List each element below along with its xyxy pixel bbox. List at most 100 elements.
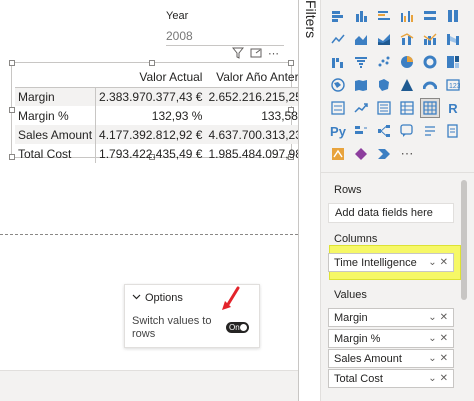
- area-chart-icon[interactable]: [351, 29, 371, 49]
- shape-map-icon[interactable]: [374, 75, 394, 95]
- page-boundary-line: [0, 234, 298, 235]
- row-header[interactable]: Total Cost: [15, 144, 97, 163]
- toggle-state: On: [229, 323, 240, 332]
- switch-values-toggle[interactable]: On: [226, 322, 249, 333]
- columns-well-title: Columns: [334, 233, 378, 245]
- cell-value: 1.793.422.435,49 €: [99, 146, 203, 161]
- resize-handle[interactable]: [9, 60, 15, 66]
- kpi-icon[interactable]: [351, 98, 371, 118]
- chevron-down-icon[interactable]: ⌄: [428, 353, 436, 364]
- clustered-bar-chart-icon[interactable]: [374, 6, 394, 26]
- paginated-report-icon[interactable]: [443, 121, 463, 141]
- field-name: Sales Amount: [334, 352, 402, 365]
- slicer-title: Year: [166, 10, 189, 22]
- azure-map-icon[interactable]: [397, 75, 417, 95]
- options-title: Options: [145, 292, 183, 304]
- 100-stacked-bar-icon[interactable]: [420, 6, 440, 26]
- year-slicer-dropdown[interactable]: 2008: [166, 26, 284, 46]
- options-section-header[interactable]: Options: [132, 292, 183, 304]
- column-header[interactable]: Valor Actual: [95, 67, 206, 88]
- line-chart-icon[interactable]: [328, 29, 348, 49]
- pie-chart-icon[interactable]: [397, 52, 417, 72]
- table-icon[interactable]: [397, 98, 417, 118]
- line-and-column-chart-icon[interactable]: [397, 29, 417, 49]
- stacked-column-chart-icon[interactable]: [351, 6, 371, 26]
- values-well-title: Values: [334, 289, 367, 301]
- more-visuals-icon[interactable]: ⋯: [397, 144, 417, 164]
- matrix-visual[interactable]: Valor Actual Valor Año Anterior Margin 2…: [9, 60, 315, 163]
- cell-value: 2.383.970.377,43 €: [95, 87, 206, 106]
- chevron-down-icon: [132, 292, 141, 304]
- ribbon-chart-icon[interactable]: [443, 29, 463, 49]
- decomposition-tree-icon[interactable]: [374, 121, 394, 141]
- map-icon[interactable]: [328, 75, 348, 95]
- row-header[interactable]: Margin %: [15, 106, 97, 125]
- values-field-pill[interactable]: Total Cost ⌄ ✕: [328, 369, 454, 388]
- r-visual-icon[interactable]: R: [443, 98, 463, 118]
- slicer-icon[interactable]: [374, 98, 394, 118]
- values-field-pill[interactable]: Margin ⌄ ✕: [328, 308, 454, 327]
- gauge-icon[interactable]: [420, 75, 440, 95]
- close-icon[interactable]: ✕: [440, 353, 448, 364]
- row-header[interactable]: Sales Amount: [15, 125, 97, 144]
- matrix-corner: [15, 67, 96, 88]
- cell-value: 132,93 %: [151, 108, 203, 123]
- visual-gallery: 123 R Py ⋯: [328, 6, 468, 164]
- key-influencers-icon[interactable]: [351, 121, 371, 141]
- rows-well-title: Rows: [334, 184, 362, 196]
- toggle-knob: [240, 324, 247, 331]
- visualizations-pane: 123 R Py ⋯ Rows Add data fields here Col…: [321, 0, 474, 401]
- matrix-row: Margin 2.383.970.377,43 € 2.652.216.215,…: [15, 87, 315, 106]
- more-options-icon[interactable]: ⋯: [268, 47, 279, 61]
- chevron-down-icon[interactable]: ⌄: [428, 333, 436, 344]
- scatter-chart-icon[interactable]: [374, 52, 394, 72]
- focus-mode-icon[interactable]: [250, 47, 262, 61]
- line-and-clustered-column-icon[interactable]: [420, 29, 440, 49]
- chevron-down-icon[interactable]: ⌄: [428, 257, 436, 268]
- close-icon[interactable]: ✕: [440, 373, 448, 384]
- resize-handle[interactable]: [149, 60, 155, 66]
- pane-scrollbar[interactable]: [461, 180, 467, 300]
- filled-map-icon[interactable]: [351, 75, 371, 95]
- multi-row-card-icon[interactable]: [328, 98, 348, 118]
- visual-header: ⋯: [231, 47, 279, 61]
- clustered-column-chart-icon[interactable]: [397, 6, 417, 26]
- field-name: Time Intelligence: [334, 256, 417, 269]
- stacked-bar-chart-icon[interactable]: [328, 6, 348, 26]
- stacked-area-chart-icon[interactable]: [374, 29, 394, 49]
- filters-pane-collapsed[interactable]: Filters: [298, 0, 321, 401]
- values-field-pill[interactable]: Margin % ⌄ ✕: [328, 329, 454, 348]
- matrix-row: Margin % 132,93 % 133,58 %: [15, 106, 315, 125]
- filters-pane-label: Filters: [303, 0, 319, 39]
- report-canvas: Year 2008 ⋯ Valor Actual Valor Año Anter…: [0, 0, 315, 370]
- power-automate-icon[interactable]: [374, 144, 394, 164]
- values-field-pill[interactable]: Sales Amount ⌄ ✕: [328, 349, 454, 368]
- smart-narrative-icon[interactable]: [420, 121, 440, 141]
- treemap-icon[interactable]: [443, 52, 463, 72]
- arcgis-map-icon[interactable]: [328, 144, 348, 164]
- chevron-down-icon[interactable]: ⌄: [428, 373, 436, 384]
- close-icon[interactable]: ✕: [440, 312, 448, 323]
- close-icon[interactable]: ✕: [440, 257, 448, 268]
- annotation-arrow-icon: [222, 286, 240, 310]
- funnel-chart-icon[interactable]: [351, 52, 371, 72]
- close-icon[interactable]: ✕: [440, 333, 448, 344]
- filter-icon[interactable]: [231, 47, 245, 61]
- pane-divider: [321, 172, 474, 173]
- rows-drop-zone[interactable]: Add data fields here: [328, 203, 454, 223]
- 100-stacked-column-icon[interactable]: [443, 6, 463, 26]
- waterfall-chart-icon[interactable]: [328, 52, 348, 72]
- matrix-icon[interactable]: [420, 98, 440, 118]
- matrix-header-row: Valor Actual Valor Año Anterior: [15, 67, 315, 88]
- columns-field-pill[interactable]: Time Intelligence ⌄ ✕: [328, 253, 454, 272]
- field-name: Margin %: [334, 332, 381, 345]
- svg-text:123: 123: [449, 83, 460, 90]
- python-visual-icon[interactable]: Py: [328, 121, 348, 141]
- power-apps-icon[interactable]: [351, 144, 371, 164]
- row-header[interactable]: Margin: [15, 87, 97, 106]
- qa-visual-icon[interactable]: [397, 121, 417, 141]
- donut-chart-icon[interactable]: [420, 52, 440, 72]
- chevron-down-icon[interactable]: ⌄: [428, 312, 436, 323]
- card-icon[interactable]: 123: [443, 75, 463, 95]
- resize-handle[interactable]: [288, 60, 294, 66]
